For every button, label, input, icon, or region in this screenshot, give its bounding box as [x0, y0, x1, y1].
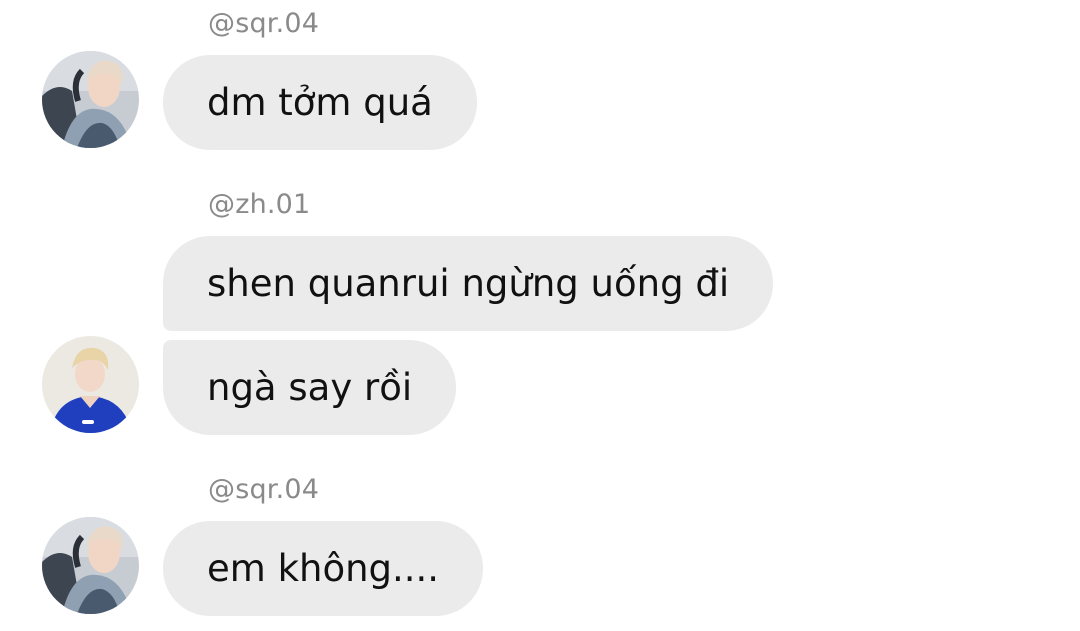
message-bubble[interactable]: ngà say rồi: [163, 340, 457, 435]
message-bubble[interactable]: em không....: [163, 521, 484, 616]
message-text: dm tởm quá: [207, 81, 433, 124]
message-text: shen quanrui ngừng uống đi: [207, 262, 730, 305]
sender-name: @zh.01: [208, 189, 311, 220]
user-avatar-sqr04-icon[interactable]: [42, 51, 139, 148]
sender-name: @sqr.04: [208, 8, 320, 39]
message-bubble[interactable]: dm tởm quá: [163, 55, 477, 150]
user-avatar-zh01-icon[interactable]: [42, 336, 139, 433]
message-text: ngà say rồi: [207, 366, 413, 409]
user-avatar-sqr04-icon[interactable]: [42, 517, 139, 614]
message-text: em không....: [207, 547, 440, 590]
message-bubble[interactable]: shen quanrui ngừng uống đi: [163, 236, 774, 331]
sender-name: @sqr.04: [208, 474, 320, 505]
